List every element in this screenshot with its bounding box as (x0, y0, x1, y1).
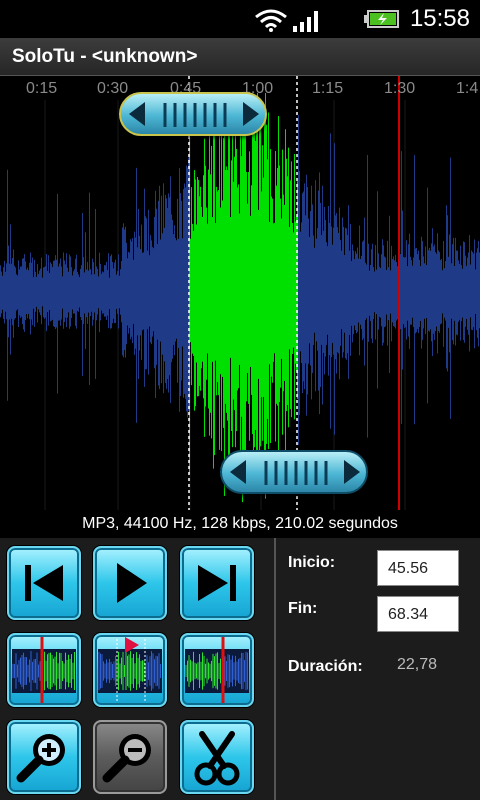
zoom-in-button[interactable] (7, 720, 81, 794)
drag-handle-icon (129, 102, 259, 127)
drag-handle-icon (230, 460, 360, 485)
zoom-out-icon (102, 734, 151, 783)
set-end-marker-button[interactable] (180, 633, 254, 707)
set-end-marker-icon (185, 637, 249, 703)
start-marker-handle[interactable] (119, 92, 267, 136)
end-time-field[interactable]: 68.34 (377, 596, 459, 632)
zoom-out-button[interactable] (93, 720, 167, 794)
wifi-icon (255, 9, 287, 32)
file-info: MP3, 44100 Hz, 128 kbps, 210.02 segundos (0, 510, 480, 538)
set-start-marker-button[interactable] (7, 633, 81, 707)
app-title: SoloTu - <unknown> (12, 46, 198, 67)
title-bar: SoloTu - <unknown> (0, 38, 480, 76)
end-label: Fin: (288, 600, 318, 617)
battery-charging-icon (364, 10, 399, 28)
status-clock: 15:58 (409, 5, 470, 32)
skip-to-start-icon (25, 565, 63, 601)
tick-label: 0:15 (26, 80, 58, 97)
skip-to-end-icon (198, 565, 236, 601)
cut-icon (194, 731, 240, 786)
tick-label: 1:15 (312, 80, 344, 97)
zoom-in-icon (16, 734, 65, 783)
play-button[interactable] (93, 546, 167, 620)
signal-icon (293, 11, 318, 32)
duration-value: 22,78 (397, 656, 438, 673)
skip-to-end-button[interactable] (180, 546, 254, 620)
waveform-canvas[interactable] (0, 76, 480, 510)
tick-label: 1:30 (384, 80, 416, 97)
waveform-view[interactable]: 0:15 0:30 0:45 1:00 1:15 1:30 1:4 (0, 76, 480, 510)
app-root: 15:58 SoloTu - <unknown> 0:15 0:30 0:45 … (0, 0, 480, 800)
start-time-field[interactable]: 45.56 (377, 550, 459, 586)
end-marker-handle[interactable] (220, 450, 368, 494)
cut-button[interactable] (180, 720, 254, 794)
play-selection-icon (98, 637, 162, 703)
play-icon (117, 563, 147, 603)
duration-label: Duración: (288, 658, 363, 675)
play-selection-button[interactable] (93, 633, 167, 707)
status-bar: 15:58 (0, 0, 480, 38)
start-label: Inicio: (288, 554, 336, 571)
tick-label: 1:4 (456, 80, 479, 97)
skip-to-start-button[interactable] (7, 546, 81, 620)
selection-info-panel: Inicio: 45.56 Fin: 68.34 Duración: 22,78 (276, 538, 480, 800)
control-panel (0, 538, 274, 800)
set-start-marker-icon (12, 637, 76, 703)
